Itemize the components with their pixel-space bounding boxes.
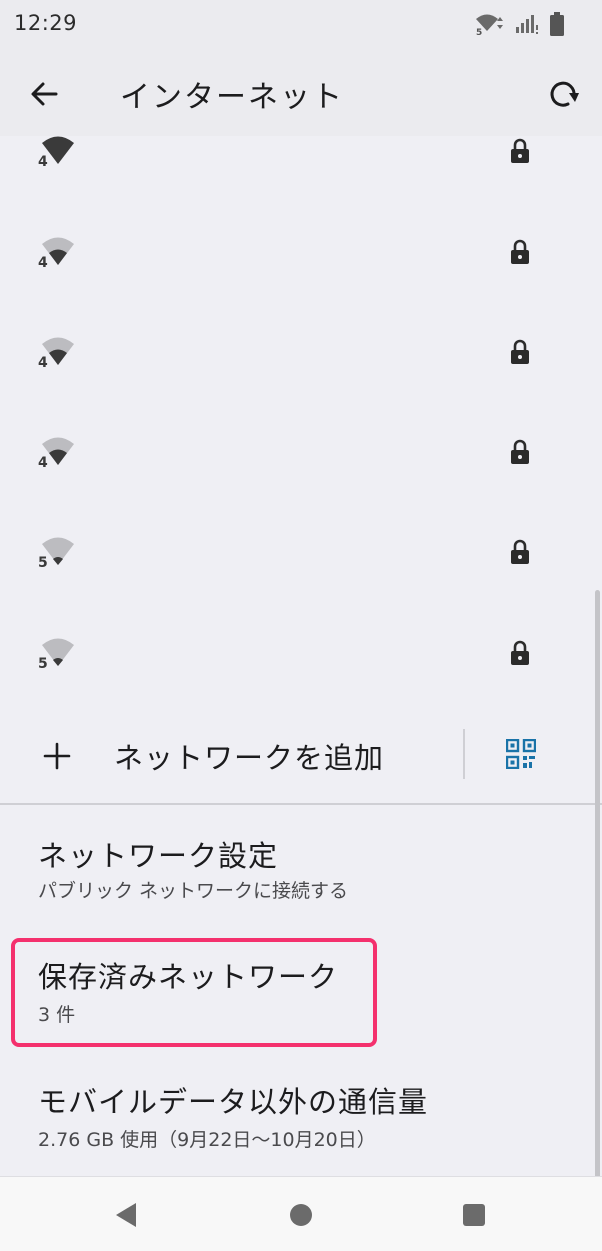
network-settings-subtitle: パブリック ネットワークに接続する xyxy=(38,880,349,902)
lock-icon xyxy=(511,640,529,665)
data-usage-subtitle: 2.76 GB 使用（9月22日〜10月20日） xyxy=(38,1129,376,1151)
band-label: 4 xyxy=(38,154,48,170)
navigation-bar xyxy=(0,1176,602,1251)
network-settings-item[interactable]: ネットワーク設定 パブリック ネットワークに接続する xyxy=(0,833,602,913)
network-row[interactable]: 5 xyxy=(0,606,602,706)
lock-icon xyxy=(511,539,529,564)
add-network-row[interactable]: ネットワークを追加 xyxy=(0,705,602,805)
status-icons: 5 xyxy=(474,12,564,36)
network-row[interactable]: 4 xyxy=(0,405,602,505)
band-label: 5 xyxy=(38,555,48,571)
wifi-status-icon: 5 xyxy=(476,14,503,35)
wifi-band-label: 5 xyxy=(476,28,482,35)
network-row[interactable]: 4 xyxy=(0,305,602,405)
network-row[interactable]: 4 xyxy=(0,205,602,305)
network-ssid-blurred xyxy=(108,237,336,273)
lock-icon xyxy=(511,339,529,364)
highlight-box xyxy=(11,938,377,1047)
lock-icon xyxy=(511,239,529,264)
signal-icon xyxy=(516,15,538,34)
lock-icon xyxy=(511,439,529,464)
data-usage-title: モバイルデータ以外の通信量 xyxy=(38,1085,429,1119)
lock-icon xyxy=(511,138,529,163)
network-row[interactable]: 4 xyxy=(0,104,602,204)
status-clock: 12:29 xyxy=(14,11,78,35)
add-network-label: ネットワークを追加 xyxy=(114,741,385,775)
nav-back-icon[interactable] xyxy=(110,1199,142,1231)
battery-icon xyxy=(550,12,564,36)
band-label: 4 xyxy=(38,255,48,271)
band-label: 4 xyxy=(38,355,48,371)
vertical-divider xyxy=(463,729,465,779)
network-ssid-blurred xyxy=(108,638,360,674)
band-label: 5 xyxy=(38,656,48,672)
section-divider xyxy=(0,803,602,805)
nav-recents-icon[interactable] xyxy=(458,1199,490,1231)
data-usage-item[interactable]: モバイルデータ以外の通信量 2.76 GB 使用（9月22日〜10月20日） xyxy=(0,1079,602,1159)
network-ssid-blurred xyxy=(108,337,322,373)
network-ssid-blurred xyxy=(108,136,308,172)
plus-icon xyxy=(43,742,71,770)
scrollbar[interactable] xyxy=(595,590,600,1180)
network-settings-title: ネットワーク設定 xyxy=(38,839,279,873)
network-row[interactable]: 5 xyxy=(0,505,602,605)
status-bar: 12:29 5 xyxy=(0,0,602,50)
nav-home-icon[interactable] xyxy=(285,1199,317,1231)
network-ssid-blurred xyxy=(108,537,242,573)
network-ssid-blurred xyxy=(108,437,308,473)
band-label: 4 xyxy=(38,455,48,471)
qr-code-scanner-icon[interactable] xyxy=(506,739,536,769)
